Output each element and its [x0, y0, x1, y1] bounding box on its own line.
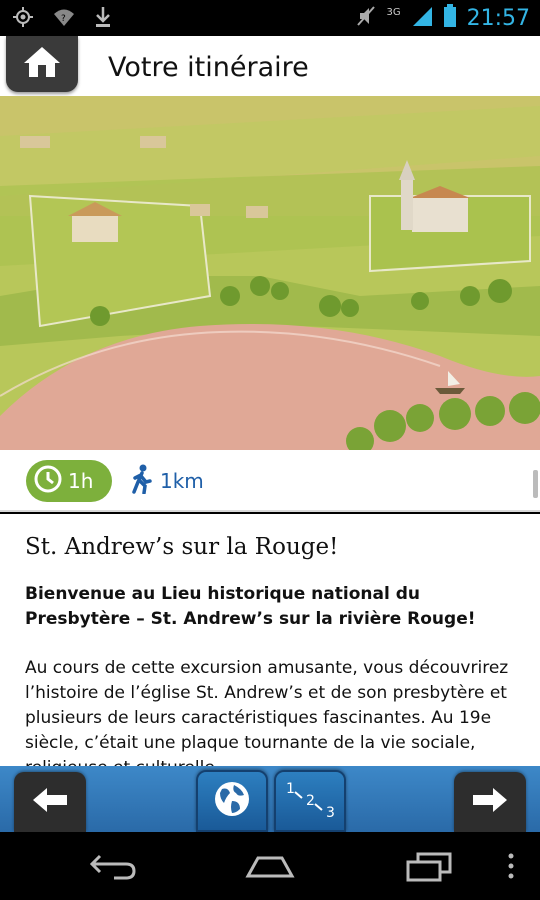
system-navigation-bar: [0, 832, 540, 900]
menu-icon[interactable]: [506, 852, 516, 884]
distance-info: 1km: [130, 464, 204, 498]
page-title: Votre itinéraire: [108, 52, 309, 83]
arrow-left-icon: [31, 787, 69, 817]
recent-apps-icon[interactable]: [404, 852, 454, 886]
signal-icon: [411, 5, 433, 31]
map-button[interactable]: [196, 770, 268, 832]
content-title: St. Andrew’s sur la Rouge!: [25, 534, 339, 560]
walking-icon: [130, 464, 154, 498]
home-nav-icon[interactable]: [244, 852, 296, 884]
app-header: Votre itinéraire: [0, 36, 540, 96]
wifi-icon: ?: [52, 7, 76, 31]
bottom-navigation: 1 2 3: [0, 766, 540, 832]
next-button[interactable]: [454, 772, 526, 832]
description-panel[interactable]: St. Andrew’s sur la Rouge! Bienvenue au …: [0, 514, 540, 766]
duration-value: 1h: [68, 469, 94, 493]
svg-text:?: ?: [61, 14, 66, 24]
scrollbar[interactable]: [533, 470, 538, 498]
home-icon: [22, 45, 62, 83]
gps-icon: [12, 6, 34, 32]
content-body: Au cours de cette excursion amusante, vo…: [25, 658, 509, 766]
content-lead: Bienvenue au Lieu historique national du…: [25, 584, 476, 629]
clock: 21:57: [466, 5, 530, 31]
clock-icon: [34, 465, 62, 497]
back-icon[interactable]: [88, 852, 138, 884]
mute-icon: [356, 5, 376, 31]
status-bar: ? 3G 21:57: [0, 0, 540, 36]
download-icon: [94, 6, 112, 32]
battery-icon: [443, 4, 457, 32]
steps-icon: 1 2 3: [280, 778, 340, 824]
home-button[interactable]: [6, 36, 78, 92]
info-bar: 1h 1km: [0, 450, 540, 512]
steps-button[interactable]: 1 2 3: [274, 770, 346, 832]
distance-value: 1km: [160, 469, 204, 493]
previous-button[interactable]: [14, 772, 86, 832]
network-type: 3G: [386, 6, 401, 18]
duration-badge: 1h: [26, 460, 112, 502]
arrow-right-icon: [471, 787, 509, 817]
hero-illustration: [0, 96, 540, 450]
globe-icon: [212, 779, 252, 823]
